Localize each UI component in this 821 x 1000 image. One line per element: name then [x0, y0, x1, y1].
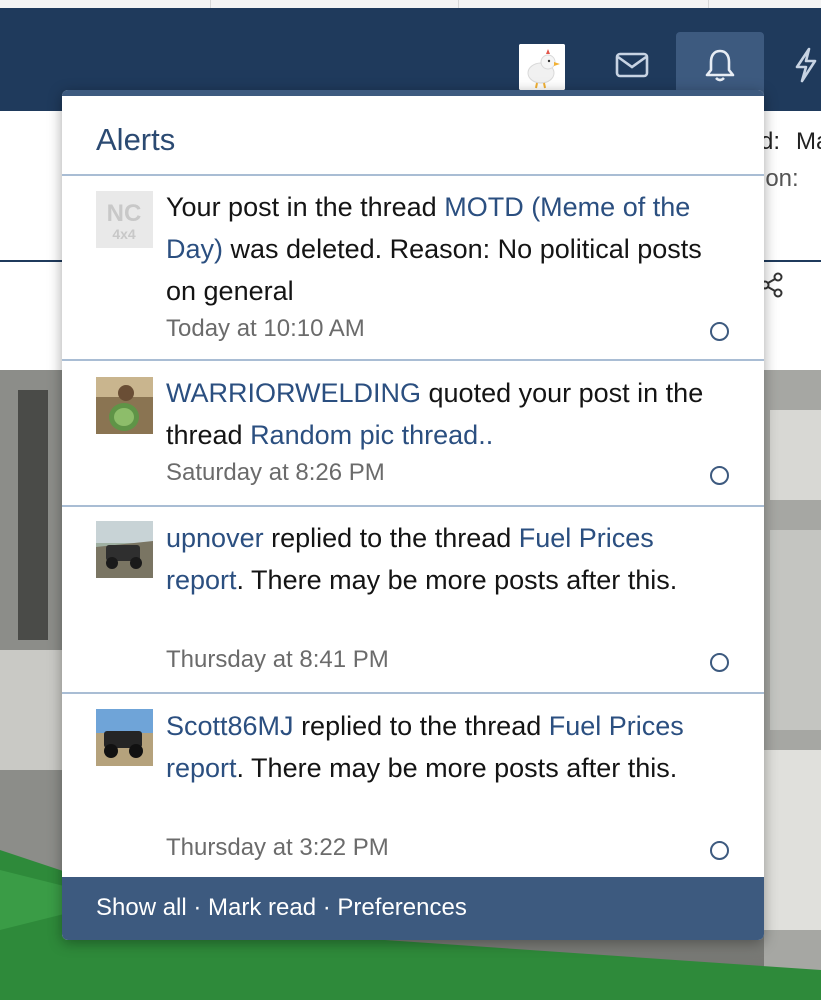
avatar[interactable]: NC 4x4 [96, 191, 153, 248]
alert-text-segment: . There may be more posts after this. [236, 565, 678, 595]
avatar[interactable] [96, 521, 153, 578]
alert-item[interactable]: upnover replied to the thread Fuel Price… [62, 507, 764, 694]
svg-text:NC: NC [107, 200, 142, 227]
alert-item[interactable]: Scott86MJ replied to the thread Fuel Pri… [62, 694, 764, 882]
footer-separator: · [316, 894, 338, 921]
svg-text:4x4: 4x4 [112, 226, 136, 242]
mark-read-toggle[interactable] [710, 841, 729, 860]
alert-text: upnover replied to the thread Fuel Price… [166, 517, 726, 601]
thread-link[interactable]: Random pic thread.. [250, 420, 493, 450]
alert-timestamp: Thursday at 8:41 PM [166, 646, 389, 673]
alert-text-segment: replied to the thread [293, 711, 549, 741]
alert-text-segment: replied to the thread [263, 523, 519, 553]
username-link[interactable]: upnover [166, 523, 264, 553]
alert-text-segment: was deleted. Reason: No political posts … [166, 234, 702, 306]
alert-item[interactable]: NC 4x4 Your post in the thread MOTD (Mem… [62, 176, 764, 361]
bolt-icon [795, 47, 817, 83]
envelope-icon [615, 52, 649, 78]
preferences-link[interactable]: Preferences [337, 894, 466, 921]
alert-text: Your post in the thread MOTD (Meme of th… [166, 186, 726, 312]
whats-new-button[interactable] [775, 32, 821, 98]
username-link[interactable]: WARRIORWELDING [166, 378, 421, 408]
info-value-fragment: Ma [796, 128, 821, 155]
alert-timestamp: Today at 10:10 AM [166, 315, 365, 342]
footer-separator: · [186, 894, 209, 921]
info-label-fragment-2: ion: [760, 165, 799, 192]
avatar[interactable] [96, 709, 153, 766]
popup-footer: Show all · Mark read · Preferences [62, 877, 764, 940]
mark-read-toggle[interactable] [710, 322, 729, 341]
alerts-popup: Alerts NC 4x4 Your post in the thread MO… [62, 90, 764, 940]
inbox-button[interactable] [588, 32, 676, 98]
user-avatar[interactable] [519, 44, 565, 90]
mark-read-toggle[interactable] [710, 466, 729, 485]
alert-timestamp: Thursday at 3:22 PM [166, 834, 389, 861]
alert-text: WARRIORWELDING quoted your post in the t… [166, 372, 726, 456]
alerts-button[interactable] [676, 32, 764, 98]
show-all-link[interactable]: Show all [96, 894, 187, 921]
browser-tab-strip [0, 0, 821, 8]
chicken-avatar-icon [519, 44, 565, 90]
alert-text-segment: . There may be more posts after this. [236, 753, 678, 783]
alert-timestamp: Saturday at 8:26 PM [166, 459, 385, 486]
alert-item[interactable]: WARRIORWELDING quoted your post in the t… [62, 361, 764, 507]
bell-icon [705, 49, 735, 82]
username-link[interactable]: Scott86MJ [166, 711, 294, 741]
avatar[interactable] [96, 377, 153, 434]
alert-text-segment: Your post in the thread [166, 192, 445, 222]
footer-links: Show all · Mark read · Preferences [96, 894, 467, 922]
mark-read-link[interactable]: Mark read [208, 894, 316, 921]
popup-header: Alerts [62, 96, 764, 176]
mark-read-toggle[interactable] [710, 653, 729, 672]
alert-text: Scott86MJ replied to the thread Fuel Pri… [166, 705, 726, 789]
popup-title: Alerts [96, 122, 176, 157]
